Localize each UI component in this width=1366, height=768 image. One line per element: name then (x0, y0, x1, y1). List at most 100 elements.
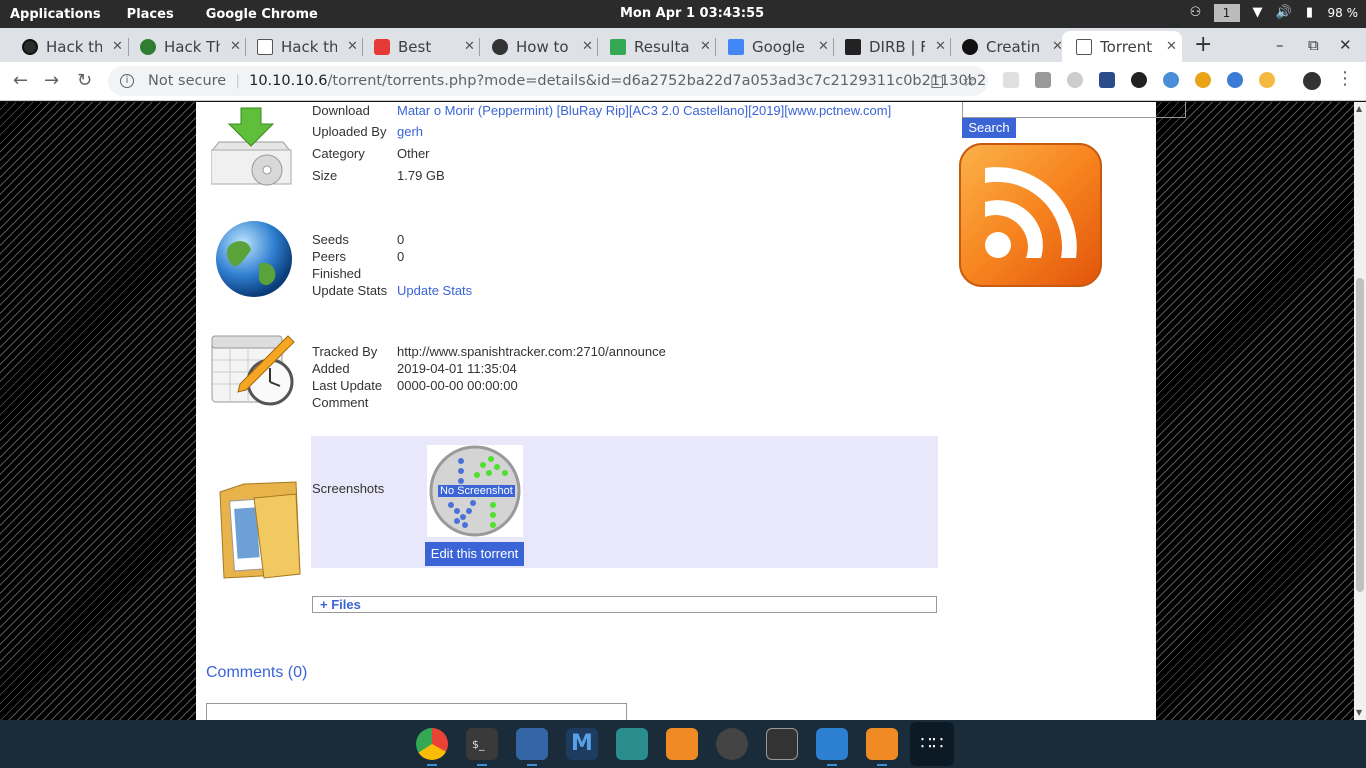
download-label: Download (312, 103, 370, 118)
dirb-favicon-icon (845, 38, 861, 55)
comment-box[interactable] (206, 703, 627, 720)
torrent-details-panel: Download Matar o Morir (Peppermint) [Blu… (196, 102, 1186, 720)
tab-dirb[interactable]: DIRB | F ✕ (827, 31, 949, 62)
tab-title: Best (398, 37, 432, 56)
chrome-app-icon[interactable] (416, 728, 448, 760)
volume-icon[interactable]: 🔊 (1276, 6, 1292, 20)
edit-torrent-button[interactable]: Edit this torrent (425, 542, 524, 566)
tab-hack-the-box-1[interactable]: Hack the ✕ (4, 31, 126, 62)
clock[interactable]: Mon Apr 1 03:43:55 (620, 6, 764, 21)
tracked-by-label: Tracked By (312, 344, 378, 359)
tab-best[interactable]: Best ✕ (356, 31, 478, 62)
screenshots-section (311, 436, 938, 568)
rss-feed-icon[interactable] (958, 142, 1103, 288)
tab-resultados[interactable]: Resulta ✕ (592, 31, 714, 62)
applications-menu[interactable]: Applications (0, 7, 117, 22)
search-input[interactable] (962, 102, 1186, 118)
battery-percentage: 98 % (1327, 6, 1359, 20)
tab-how-to[interactable]: How to ✕ (474, 31, 596, 62)
tab-hack-the-box-2[interactable]: Hack Th ✕ (122, 31, 244, 62)
seeds-value: 0 (397, 232, 405, 247)
tab-torrent-active[interactable]: Torrent ✕ (1062, 31, 1182, 62)
tab-google[interactable]: Google ✕ (710, 31, 832, 62)
scrollbar-thumb[interactable] (1356, 278, 1364, 592)
uploader-link[interactable]: gerh (397, 124, 423, 139)
minimize-icon[interactable]: – (1276, 36, 1284, 54)
page-scrollbar[interactable]: ▲ ▼ (1354, 102, 1366, 720)
armitage-app-icon[interactable] (616, 728, 648, 760)
comments-link[interactable]: Comments (0) (206, 664, 307, 682)
blue-extension-icon[interactable] (1163, 72, 1179, 88)
scroll-down-icon[interactable]: ▼ (1356, 708, 1362, 717)
google-translate-favicon-icon (728, 38, 744, 55)
size-value: 1.79 GB (397, 168, 445, 183)
files-app-icon[interactable] (516, 728, 548, 760)
tab-title: DIRB | F (869, 37, 925, 56)
metasploit-app-icon[interactable]: M (566, 728, 598, 760)
places-menu[interactable]: Places (117, 7, 196, 22)
system-tray[interactable]: ⚇ 1 ▼ 🔊 ▮ 98 % (1188, 4, 1359, 22)
wappalyzer-extension-icon[interactable] (1099, 72, 1115, 88)
info-icon[interactable]: i (120, 74, 134, 88)
vscode-app-icon[interactable] (816, 728, 848, 760)
close-window-icon[interactable]: ✕ (1339, 36, 1352, 54)
files-toggle[interactable]: + Files (312, 596, 937, 613)
address-bar[interactable]: i Not secure | 10.10.10.6/torrent/torren… (108, 66, 988, 96)
reload-icon[interactable]: ↻ (77, 70, 92, 91)
sa-extension-icon[interactable] (1131, 72, 1147, 88)
close-tab-icon[interactable]: ✕ (1166, 39, 1177, 54)
burpsuite-app-icon[interactable] (666, 728, 698, 760)
active-app-menu[interactable]: Google Chrome (196, 7, 328, 22)
sync-extension-icon[interactable] (1227, 72, 1243, 88)
page-favicon-icon (1076, 38, 1092, 55)
finished-label: Finished (312, 266, 362, 281)
tracked-by-value: http://www.spanishtracker.com:2710/annou… (397, 344, 666, 359)
application-dock: $_ M ∷∷ (0, 720, 1366, 768)
download-link[interactable]: Matar o Morir (Peppermint) [BluRay Rip][… (397, 103, 891, 118)
profile-avatar-icon[interactable] (1303, 72, 1321, 90)
calendar-clock-icon (211, 335, 295, 406)
wifi-icon[interactable]: ▼ (1250, 6, 1266, 20)
forward-icon[interactable]: → (44, 70, 59, 91)
folder-pictures-icon (219, 481, 301, 579)
camera-extension-icon[interactable] (1035, 72, 1051, 88)
translate-icon[interactable]: □ (930, 72, 944, 90)
url-text[interactable]: 10.10.10.6/torrent/torrents.php?mode=det… (249, 73, 986, 89)
security-status[interactable]: Not secure (148, 73, 226, 89)
last-update-value: 0000-00-00 00:00:00 (397, 378, 518, 393)
scroll-up-icon[interactable]: ▲ (1356, 104, 1362, 113)
tab-creating[interactable]: Creatin ✕ (944, 31, 1066, 62)
workspace-indicator[interactable]: 1 (1213, 4, 1240, 22)
extension-icon[interactable] (1003, 72, 1019, 88)
screenshot-thumbnail[interactable]: No Screenshot (427, 445, 523, 537)
burpsuite-running-app-icon[interactable] (866, 728, 898, 760)
search-button[interactable]: Search (962, 118, 1016, 138)
category-label: Category (312, 146, 365, 161)
site-favicon-icon (492, 38, 508, 55)
menu-kebab-icon[interactable]: ⋮ (1336, 68, 1354, 89)
back-icon[interactable]: ← (13, 70, 28, 91)
circle-extension-icon[interactable] (1067, 72, 1083, 88)
category-value: Other (397, 146, 430, 161)
bookmark-star-icon[interactable]: ☆ (962, 72, 975, 90)
people-icon[interactable]: ⚇ (1188, 6, 1204, 20)
update-stats-link[interactable]: Update Stats (397, 283, 472, 298)
restore-icon[interactable]: ⧉ (1308, 36, 1319, 54)
site-favicon-icon (22, 38, 38, 55)
show-applications-grid-icon[interactable]: ∷∷ (910, 722, 954, 766)
new-tab-icon[interactable]: + (1194, 32, 1212, 57)
battery-icon[interactable]: ▮ (1302, 6, 1318, 20)
terminal-app-icon[interactable]: $_ (466, 728, 498, 760)
last-update-label: Last Update (312, 378, 383, 393)
tab-title: How to (516, 37, 569, 56)
tab-title: Torrent (1100, 37, 1153, 56)
block-extension-icon[interactable] (1195, 72, 1211, 88)
page-favicon-icon (257, 38, 273, 55)
cookie-extension-icon[interactable] (1259, 72, 1275, 88)
globe-icon (216, 221, 292, 297)
system-monitor-app-icon[interactable] (766, 728, 798, 760)
tab-hack-the-3[interactable]: Hack the ✕ (239, 31, 361, 62)
maltego-app-icon[interactable] (716, 728, 748, 760)
browser-toolbar: ← → ↻ i Not secure | 10.10.10.6/torrent/… (0, 62, 1366, 101)
url-path: /torrent/torrents.php?mode=details&id=d6… (327, 73, 987, 89)
